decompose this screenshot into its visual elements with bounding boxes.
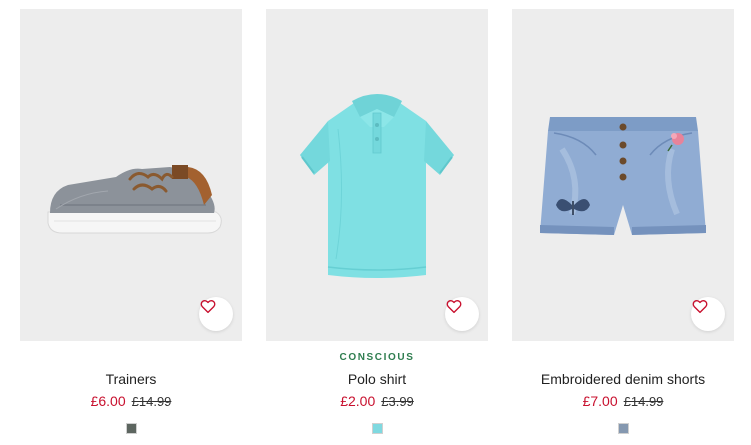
product-image-denim-shorts[interactable]: [512, 9, 734, 341]
favourite-button[interactable]: [199, 297, 233, 331]
heart-outline-icon: [692, 299, 708, 314]
product-image-trainers[interactable]: [20, 9, 242, 341]
product-card-denim-shorts[interactable]: Embroidered denim shorts £7.00 £14.99: [512, 9, 734, 445]
product-card-polo-shirt[interactable]: CONSCIOUS Polo shirt £2.00 £3.99: [266, 9, 488, 445]
favourite-button[interactable]: [445, 297, 479, 331]
product-image-polo-shirt[interactable]: [266, 9, 488, 341]
denim-shorts-illustration: [540, 117, 706, 235]
color-swatch[interactable]: [126, 423, 137, 434]
product-prices: £7.00 £14.99: [512, 393, 734, 409]
product-card-trainers[interactable]: Trainers £6.00 £14.99: [20, 9, 242, 445]
color-swatch[interactable]: [372, 423, 383, 434]
conscious-tag: CONSCIOUS: [339, 352, 415, 363]
heart-outline-icon: [200, 299, 216, 314]
original-price: £14.99: [623, 394, 664, 409]
sale-price: £6.00: [90, 393, 126, 409]
product-name[interactable]: Embroidered denim shorts: [512, 371, 734, 387]
polo-shirt-illustration: [300, 94, 454, 278]
product-name[interactable]: Polo shirt: [266, 371, 488, 387]
color-swatch[interactable]: [618, 423, 629, 434]
trainers-illustration: [47, 165, 222, 234]
product-prices: £2.00 £3.99: [266, 393, 488, 409]
heart-outline-icon: [446, 299, 462, 314]
product-name[interactable]: Trainers: [20, 371, 242, 387]
original-price: £14.99: [131, 394, 172, 409]
favourite-button[interactable]: [691, 297, 725, 331]
sale-price: £2.00: [340, 393, 376, 409]
sale-price: £7.00: [582, 393, 618, 409]
original-price: £3.99: [381, 394, 414, 409]
product-prices: £6.00 £14.99: [20, 393, 242, 409]
